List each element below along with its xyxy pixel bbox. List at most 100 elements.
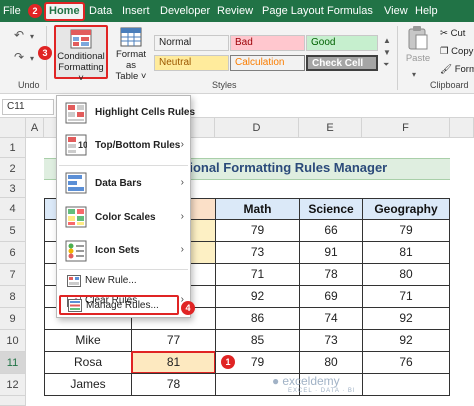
tab-review[interactable]: Review bbox=[217, 0, 253, 22]
paste-button[interactable]: Paste bbox=[404, 25, 432, 64]
column-header-g[interactable] bbox=[450, 118, 474, 138]
cut-button[interactable]: ✂ Cut bbox=[440, 28, 465, 39]
column-header-e[interactable]: E bbox=[299, 118, 362, 138]
style-calculation[interactable]: Calculation bbox=[230, 55, 305, 71]
data-bars-icon bbox=[65, 172, 87, 194]
copy-button[interactable]: ❐ Copy bbox=[440, 46, 473, 57]
name-box[interactable]: C11 bbox=[2, 99, 54, 115]
row-header-8[interactable]: 8 bbox=[0, 286, 26, 308]
table-header-math[interactable]: Math bbox=[215, 198, 300, 220]
table-cell[interactable]: 71 bbox=[215, 263, 300, 286]
table-cell[interactable]: 78 bbox=[299, 263, 363, 286]
table-cell[interactable]: 80 bbox=[362, 263, 450, 286]
menu-highlight-cells-rules[interactable]: Highlight Cells Rules › bbox=[57, 98, 195, 128]
row-header-10[interactable]: 10 bbox=[0, 330, 26, 352]
row-header-9[interactable]: 9 bbox=[0, 308, 26, 330]
style-neutral[interactable]: Neutral bbox=[154, 55, 229, 71]
table-cell[interactable]: 81 bbox=[362, 241, 450, 264]
select-all-corner[interactable] bbox=[0, 118, 26, 138]
menu-data-bars[interactable]: Data Bars › bbox=[57, 168, 190, 200]
table-cell[interactable]: 92 bbox=[215, 285, 300, 308]
gallery-up-icon[interactable]: ▲ bbox=[383, 36, 391, 45]
row-header-11[interactable]: 11 bbox=[0, 352, 26, 374]
style-normal[interactable]: Normal bbox=[154, 35, 229, 51]
conditional-formatting-button[interactable]: Conditional Formatting ˅ bbox=[54, 25, 108, 84]
table-cell[interactable]: 73 bbox=[215, 241, 300, 264]
table-cell[interactable]: 73 bbox=[299, 329, 363, 352]
table-cell[interactable]: 92 bbox=[362, 329, 450, 352]
table-cell[interactable]: 69 bbox=[299, 285, 363, 308]
table-cell[interactable]: 80 bbox=[299, 351, 363, 374]
table-cell[interactable]: 76 bbox=[362, 351, 450, 374]
menu-manage-rules[interactable]: Manage Rules... bbox=[59, 295, 179, 315]
tab-developer[interactable]: Developer bbox=[160, 0, 210, 22]
step-4-badge: 4 bbox=[181, 301, 195, 315]
table-cell[interactable]: 78 bbox=[131, 373, 216, 396]
redo-dropdown-icon[interactable]: ▾ bbox=[30, 54, 34, 63]
format-as-table-icon bbox=[120, 27, 142, 47]
row-header-1[interactable]: 1 bbox=[0, 138, 26, 158]
table-cell[interactable]: 79 bbox=[362, 219, 450, 242]
paste-dropdown-icon[interactable]: ▾ bbox=[412, 70, 416, 79]
table-cell[interactable]: 77 bbox=[131, 329, 216, 352]
row-header-2[interactable]: 2 bbox=[0, 158, 26, 180]
table-cell[interactable]: 71 bbox=[362, 285, 450, 308]
row-header-13[interactable] bbox=[0, 396, 26, 406]
column-header-a[interactable]: A bbox=[26, 118, 44, 138]
menu-separator bbox=[59, 165, 188, 166]
watermark-brand: exceldemy bbox=[282, 374, 340, 388]
row-header-5[interactable]: 5 bbox=[0, 220, 26, 242]
table-cell-name[interactable]: James bbox=[44, 373, 132, 396]
menu-label: Top/Bottom Rules bbox=[95, 140, 181, 151]
tab-view[interactable]: View bbox=[384, 0, 408, 22]
undo-icon[interactable]: ↶ bbox=[14, 28, 24, 42]
format-painter-button[interactable]: 🖌 Format bbox=[440, 64, 474, 75]
row-header-12[interactable]: 12 bbox=[0, 374, 26, 396]
row-header-3[interactable]: 3 bbox=[0, 180, 26, 198]
tab-page-layout[interactable]: Page Layout bbox=[262, 0, 324, 22]
style-bad[interactable]: Bad bbox=[230, 35, 305, 51]
table-cell-name[interactable]: Rosa bbox=[44, 351, 132, 374]
column-header-d[interactable]: D bbox=[215, 118, 299, 138]
worksheet-grid: A B C D E F 1 2 3 4 5 6 7 8 9 10 11 12 t… bbox=[0, 95, 474, 406]
undo-dropdown-icon[interactable]: ▾ bbox=[30, 32, 34, 41]
row-header-7[interactable]: 7 bbox=[0, 264, 26, 286]
table-cell[interactable]: 66 bbox=[299, 219, 363, 242]
tab-help[interactable]: Help bbox=[415, 0, 438, 22]
tab-insert[interactable]: Insert bbox=[122, 0, 150, 22]
tab-home[interactable]: Home bbox=[44, 2, 85, 21]
table-cell[interactable]: 79 bbox=[215, 219, 300, 242]
gallery-more-icon[interactable]: ⏷ bbox=[383, 60, 389, 70]
watermark-logo-icon: ● bbox=[272, 374, 280, 388]
menu-color-scales[interactable]: Color Scales › bbox=[57, 202, 190, 234]
watermark-tagline: EXCEL · DATA · BI bbox=[288, 388, 356, 394]
gallery-down-icon[interactable]: ▼ bbox=[383, 48, 391, 57]
table-cell[interactable]: 91 bbox=[299, 241, 363, 264]
table-cell[interactable]: 74 bbox=[299, 307, 363, 330]
table-cell[interactable]: 85 bbox=[215, 329, 300, 352]
style-good[interactable]: Good bbox=[306, 35, 378, 51]
table-header-geography[interactable]: Geography bbox=[362, 198, 450, 220]
tab-formulas[interactable]: Formulas bbox=[327, 0, 373, 22]
tab-data[interactable]: Data bbox=[89, 0, 112, 22]
row-header-6[interactable]: 6 bbox=[0, 242, 26, 264]
table-cell[interactable]: 92 bbox=[362, 307, 450, 330]
menu-label: Icon Sets bbox=[95, 245, 140, 256]
menu-new-rule[interactable]: New Rule... bbox=[57, 272, 190, 290]
table-cell[interactable]: 86 bbox=[215, 307, 300, 330]
column-header-f[interactable]: F bbox=[362, 118, 450, 138]
format-as-table-button[interactable]: Format as Table ˅ bbox=[110, 27, 152, 82]
table-cell[interactable] bbox=[362, 373, 450, 396]
submenu-arrow-icon: › bbox=[180, 106, 184, 117]
row-header-4[interactable]: 4 bbox=[0, 198, 26, 220]
tab-file[interactable]: File bbox=[3, 0, 21, 22]
menu-icon-sets[interactable]: Icon Sets › bbox=[57, 236, 190, 266]
redo-icon[interactable]: ↷ bbox=[14, 50, 24, 64]
style-check-cell[interactable]: Check Cell bbox=[306, 55, 378, 71]
table-header-science[interactable]: Science bbox=[299, 198, 363, 220]
top-bottom-icon: 10 bbox=[65, 134, 87, 156]
menu-top-bottom-rules[interactable]: 10 Top/Bottom Rules › bbox=[57, 130, 190, 162]
submenu-arrow-icon: › bbox=[180, 244, 184, 255]
table-cell-name[interactable]: Mike bbox=[44, 329, 132, 352]
selected-cell-c11[interactable]: 81 bbox=[131, 351, 216, 374]
